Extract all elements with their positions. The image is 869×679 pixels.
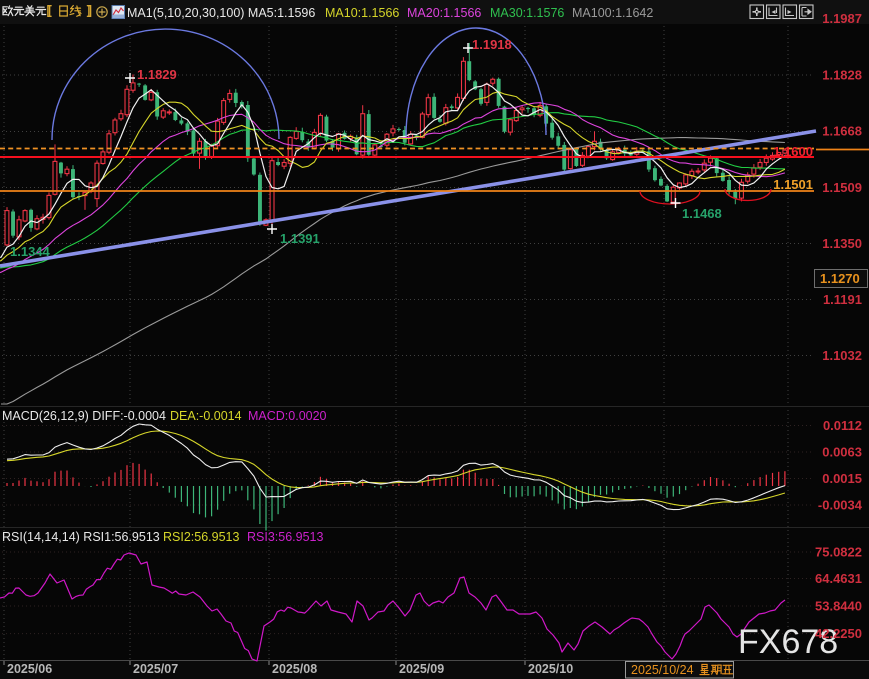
svg-text:0.0015: 0.0015 bbox=[822, 471, 862, 486]
svg-text:MA20:1.1566: MA20:1.1566 bbox=[407, 6, 481, 20]
svg-text:2025/10: 2025/10 bbox=[528, 662, 573, 676]
svg-text:1.1918: 1.1918 bbox=[472, 37, 512, 52]
svg-text:MACD(26,12,9) DIFF:-0.0004: MACD(26,12,9) DIFF:-0.0004 bbox=[2, 409, 166, 423]
svg-text:1.1270: 1.1270 bbox=[820, 271, 860, 286]
svg-text:RSI(14,14,14) RSI1:56.9513: RSI(14,14,14) RSI1:56.9513 bbox=[2, 530, 160, 544]
svg-text:75.0822: 75.0822 bbox=[815, 545, 862, 560]
svg-text:MA10:1.1566: MA10:1.1566 bbox=[325, 6, 399, 20]
svg-text:RSI2:56.9513: RSI2:56.9513 bbox=[163, 530, 239, 544]
svg-text:2025/08: 2025/08 bbox=[272, 662, 317, 676]
svg-text:2025/10/24: 2025/10/24 bbox=[631, 663, 694, 677]
svg-text:1.1509: 1.1509 bbox=[822, 180, 862, 195]
svg-text:1.1032: 1.1032 bbox=[822, 348, 862, 363]
svg-text:64.4631: 64.4631 bbox=[815, 571, 862, 586]
svg-text:0.0112: 0.0112 bbox=[823, 418, 862, 433]
svg-text:2025/09: 2025/09 bbox=[399, 662, 444, 676]
svg-text:1.1191: 1.1191 bbox=[823, 292, 862, 307]
svg-text:2025/06: 2025/06 bbox=[7, 662, 52, 676]
svg-text:DEA:-0.0014: DEA:-0.0014 bbox=[170, 409, 242, 423]
svg-text:0.0063: 0.0063 bbox=[822, 445, 862, 460]
svg-text:RSI3:56.9513: RSI3:56.9513 bbox=[247, 530, 323, 544]
svg-text:2025/07: 2025/07 bbox=[133, 662, 178, 676]
svg-text:-0.0034: -0.0034 bbox=[818, 498, 863, 513]
svg-text:MA30:1.1576: MA30:1.1576 bbox=[490, 6, 564, 20]
svg-text:MA1(5,10,20,30,100) MA5:1.1596: MA1(5,10,20,30,100) MA5:1.1596 bbox=[127, 6, 315, 20]
svg-text:1.1501: 1.1501 bbox=[773, 177, 813, 192]
svg-text:53.8440: 53.8440 bbox=[815, 599, 862, 614]
svg-text:1.1829: 1.1829 bbox=[137, 67, 177, 82]
svg-text:1.1391: 1.1391 bbox=[280, 231, 320, 246]
svg-text:1.1468: 1.1468 bbox=[682, 206, 722, 221]
svg-text:1.1600: 1.1600 bbox=[773, 144, 813, 159]
svg-text:1.1668: 1.1668 bbox=[822, 124, 862, 139]
svg-text:MA100:1.1642: MA100:1.1642 bbox=[572, 6, 653, 20]
svg-text:1.1350: 1.1350 bbox=[822, 236, 862, 251]
svg-text:1.1987: 1.1987 bbox=[822, 11, 862, 26]
svg-text:42.2250: 42.2250 bbox=[815, 626, 862, 641]
svg-text:1.1828: 1.1828 bbox=[822, 68, 862, 83]
svg-text:MACD:0.0020: MACD:0.0020 bbox=[248, 409, 327, 423]
svg-text:1.1344: 1.1344 bbox=[10, 244, 51, 259]
